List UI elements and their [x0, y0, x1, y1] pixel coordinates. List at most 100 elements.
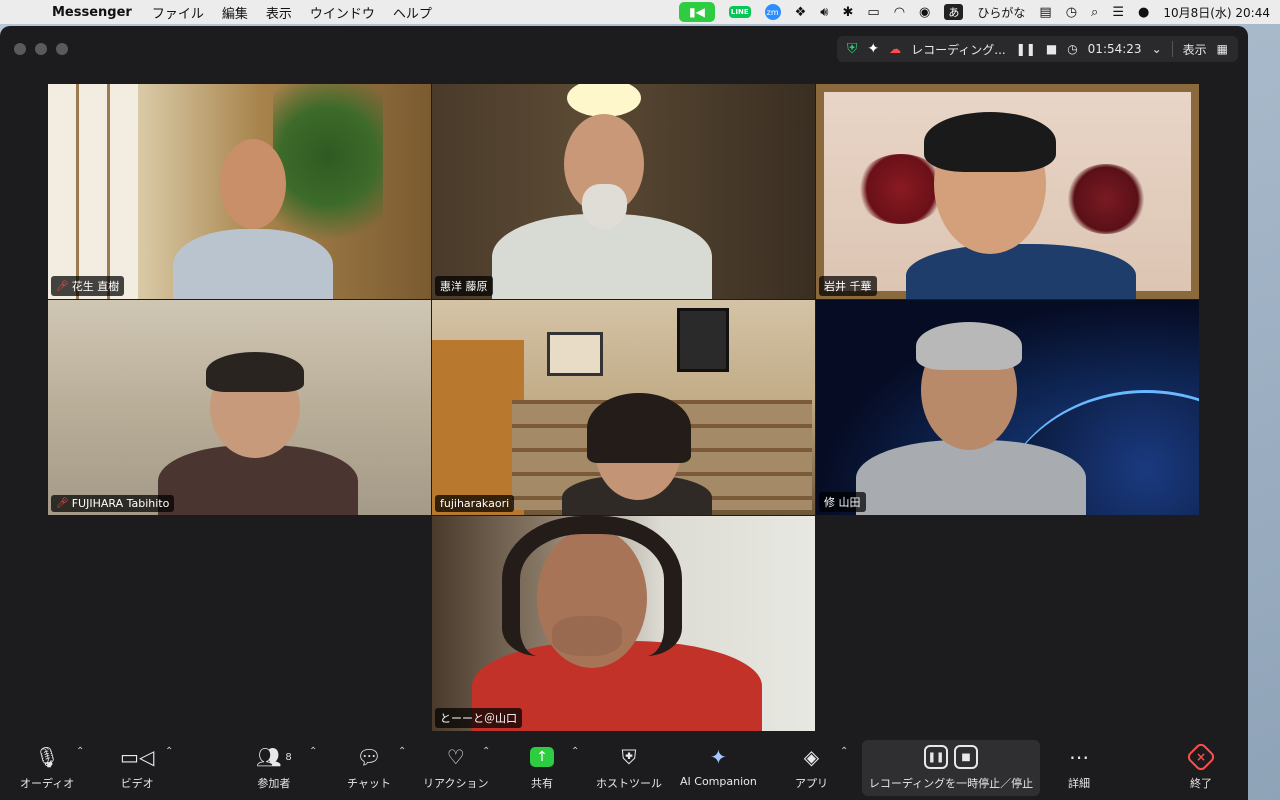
heart-icon: ♡ — [446, 745, 465, 769]
apps-button[interactable]: ◈ アプリ — [795, 742, 828, 791]
meeting-window: ⛨ ✦ ☁ レコーディング... ❚❚ ■ ◷ 01:54:23 ⌄ 表示 ▦ … — [0, 26, 1248, 800]
input-method-icon[interactable]: あ — [944, 4, 964, 20]
siri-icon[interactable]: ● — [1138, 5, 1149, 20]
menu-window[interactable]: ウインドウ — [310, 3, 375, 22]
participants-label: 参加者 — [257, 777, 291, 790]
microphone-icon: 🎙︎ — [34, 745, 60, 769]
pause-recording-icon[interactable]: ❚❚ — [1016, 42, 1036, 56]
zoom-window-button[interactable] — [56, 43, 68, 55]
participant-name: 岩井 千華 — [824, 280, 872, 293]
ai-companion-label: AI Companion — [680, 775, 757, 788]
video-camera-icon: ▭◁ — [120, 745, 155, 769]
participants-icon: 👥︎ 8 — [256, 745, 292, 769]
reactions-button[interactable]: ♡ リアクション — [423, 742, 488, 791]
video-label: ビデオ — [120, 777, 154, 790]
title-bar: ⛨ ✦ ☁ レコーディング... ❚❚ ■ ◷ 01:54:23 ⌄ 表示 ▦ — [0, 26, 1248, 72]
ai-companion-icon[interactable]: ✦ — [867, 41, 879, 57]
audio-label: オーディオ — [20, 777, 75, 790]
apps-icon: ◈ — [803, 745, 820, 769]
framed-picture — [677, 308, 729, 372]
menu-help[interactable]: ヘルプ — [393, 3, 432, 22]
search-icon[interactable]: ⌕ — [1091, 5, 1098, 20]
app-menu[interactable]: Messenger — [52, 5, 132, 20]
recording-controls: ❚❚ ■ レコーディングを一時停止／停止 — [862, 740, 1040, 796]
audio-options-caret[interactable]: ⌃ — [76, 746, 84, 757]
grid-view-icon[interactable]: ▦ — [1217, 42, 1228, 56]
meeting-timer[interactable]: 01:54:23 — [1088, 42, 1142, 56]
cloud-recording-icon: ☁ — [889, 42, 902, 56]
battery-icon[interactable]: ▭ — [867, 5, 879, 20]
participant-name-tag: とーーと＠山口 — [435, 708, 522, 728]
host-tools-label: ホストツール — [596, 777, 662, 790]
minimize-window-button[interactable] — [35, 43, 47, 55]
shoji-screen — [48, 84, 138, 299]
encryption-shield-icon[interactable]: ⛨ — [847, 41, 858, 57]
video-button[interactable]: ▭◁ ビデオ — [120, 742, 154, 791]
apps-label: アプリ — [795, 777, 828, 790]
muted-mic-icon: 🎤︎ — [56, 498, 69, 509]
host-tools-button[interactable]: ⛨ ホストツール — [596, 742, 662, 791]
volume-icon[interactable]: 🔊︎ — [820, 5, 828, 20]
clock[interactable]: 10月8日(水) 20:44 — [1163, 4, 1270, 21]
video-tile[interactable]: fujiharakaori — [432, 300, 815, 515]
pause-recording-icon[interactable]: ❚❚ — [924, 745, 948, 769]
audio-button[interactable]: 🎙︎ オーディオ — [20, 742, 74, 791]
participant-name: 修 山田 — [824, 496, 861, 509]
control-center-icon[interactable]: ☰ — [1112, 5, 1124, 20]
chevron-down-icon[interactable]: ⌄ — [1152, 42, 1162, 56]
participant-name-tag: fujiharakaori — [435, 495, 515, 512]
share-screen-icon: ↑ — [530, 742, 554, 772]
close-window-button[interactable] — [14, 43, 26, 55]
share-button[interactable]: ↑ 共有 — [530, 742, 554, 791]
timer-icon: ◷ — [1067, 42, 1078, 56]
window-controls — [14, 43, 68, 55]
zoom-icon[interactable]: zm — [764, 4, 781, 20]
video-tile-active-speaker[interactable]: 岩井 千華 — [816, 84, 1199, 299]
input-method-label[interactable]: ひらがな — [977, 4, 1025, 21]
meeting-top-bar: ⛨ ✦ ☁ レコーディング... ❚❚ ■ ◷ 01:54:23 ⌄ 表示 ▦ — [836, 36, 1238, 62]
participant-body — [906, 244, 1136, 299]
framed-picture — [547, 332, 603, 376]
participant-name: とーーと＠山口 — [440, 712, 517, 725]
video-tile[interactable]: とーーと＠山口 — [432, 516, 815, 731]
menu-file[interactable]: ファイル — [152, 3, 204, 22]
participants-options-caret[interactable]: ⌃ — [309, 746, 317, 757]
video-tile[interactable]: 惠洋 藤原 — [432, 84, 815, 299]
participants-button[interactable]: 👥︎ 8 参加者 — [256, 742, 292, 791]
more-button[interactable]: ⋯ 詳細 — [1068, 742, 1090, 791]
chat-icon: 💬︎ — [356, 745, 382, 769]
hand — [552, 616, 622, 656]
stop-recording-icon[interactable]: ■ — [1046, 42, 1057, 56]
end-meeting-button[interactable]: × 終了 — [1185, 741, 1217, 791]
apps-options-caret[interactable]: ⌃ — [840, 746, 848, 757]
participant-name-tag: 岩井 千華 — [819, 276, 877, 296]
user-icon[interactable]: ◉ — [919, 5, 930, 20]
more-label: 詳細 — [1068, 777, 1090, 790]
hair — [916, 322, 1022, 370]
dropbox-icon[interactable]: ❖ — [795, 5, 807, 20]
participant-name: 花生 直樹 — [71, 280, 120, 293]
stop-recording-icon[interactable]: ■ — [954, 745, 978, 769]
chat-options-caret[interactable]: ⌃ — [398, 746, 406, 757]
view-button[interactable]: 表示 — [1183, 41, 1207, 58]
share-options-caret[interactable]: ⌃ — [571, 746, 579, 757]
video-tile[interactable]: 修 山田 — [816, 300, 1199, 515]
video-tile[interactable]: 🎤︎ FUJIHARA Tabihito — [48, 300, 431, 515]
recording-status[interactable]: レコーディング... — [911, 41, 1006, 58]
zoom-video-status-icon[interactable]: ▮◀ — [678, 2, 715, 22]
video-tile[interactable]: 🎤︎ 花生 直樹 — [48, 84, 431, 299]
menu-edit[interactable]: 編集 — [222, 3, 248, 22]
line-icon[interactable]: LINE — [728, 6, 751, 18]
keyboard-icon[interactable]: ▤ — [1039, 5, 1051, 20]
ai-companion-button[interactable]: ✦ AI Companion — [680, 742, 757, 788]
participant-body — [856, 440, 1086, 515]
reactions-options-caret[interactable]: ⌃ — [482, 746, 490, 757]
video-options-caret[interactable]: ⌃ — [165, 746, 173, 757]
menu-view[interactable]: 表示 — [266, 3, 292, 22]
wifi-icon[interactable]: ◠ — [894, 5, 905, 20]
time-machine-icon[interactable]: ◷ — [1066, 5, 1077, 20]
chat-button[interactable]: 💬︎ チャット — [347, 742, 391, 791]
participant-name: FUJIHARA Tabihito — [71, 497, 170, 510]
bluetooth-icon[interactable]: ✱ — [843, 5, 854, 20]
divider — [1171, 41, 1173, 57]
